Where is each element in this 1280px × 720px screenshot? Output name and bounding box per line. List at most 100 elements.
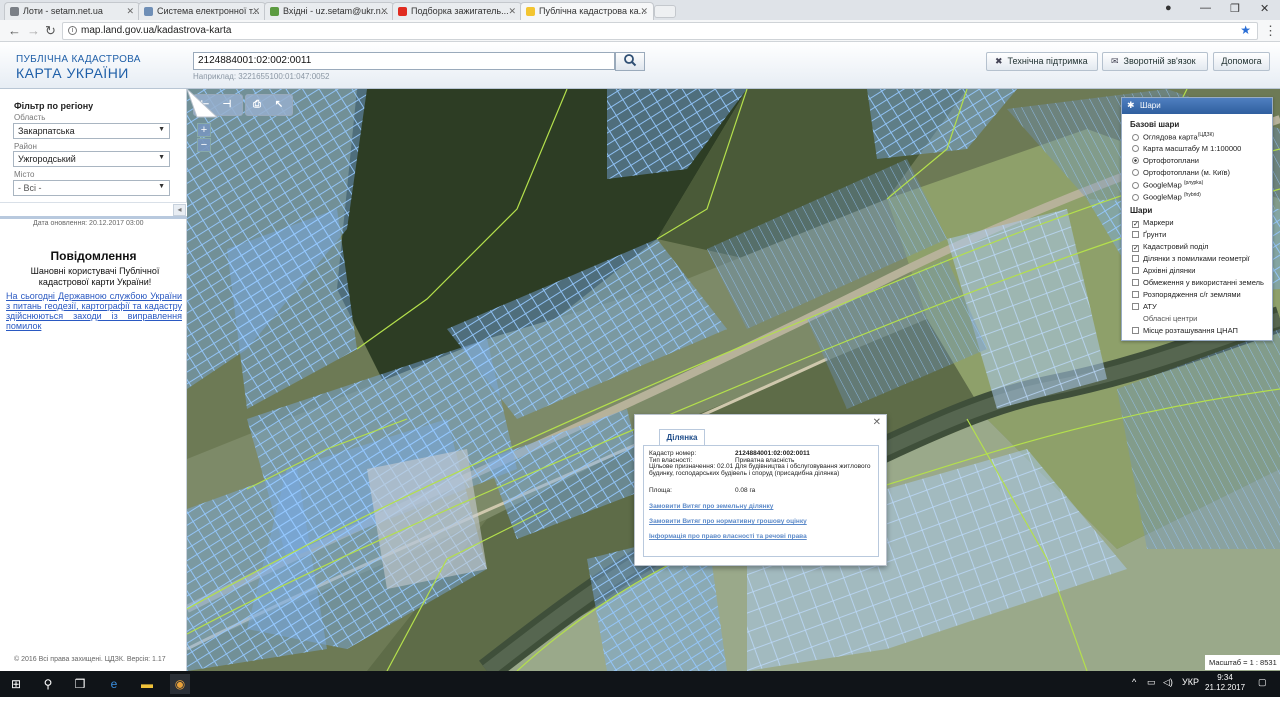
network-icon[interactable]: ▭: [1147, 677, 1156, 688]
tab-parcel[interactable]: Ділянка: [659, 429, 705, 445]
update-date: Дата оновлення: 20.12.2017 03:00: [33, 220, 144, 227]
help-button[interactable]: Допомога: [1213, 52, 1270, 71]
base-layer-ortho-kyiv[interactable]: Ортофотоплани (м. Київ): [1132, 168, 1230, 177]
info-icon[interactable]: i: [68, 26, 77, 35]
radio[interactable]: [1132, 193, 1139, 201]
checkbox[interactable]: [1132, 267, 1139, 274]
feedback-button[interactable]: ✉ Зворотній зв'язок: [1102, 52, 1208, 71]
checkbox-checked[interactable]: ✓: [1132, 245, 1139, 252]
layers-header[interactable]: ✱ Шари: [1122, 98, 1272, 114]
forward-icon[interactable]: →: [27, 23, 40, 38]
tray-chevron-icon[interactable]: ^: [1132, 677, 1136, 687]
browser-tab-bar: Лоти - setam.net.ua ✕ Система електронно…: [0, 0, 1280, 20]
browser-tab-1[interactable]: Лоти - setam.net.ua ✕: [4, 2, 140, 20]
layer-agri-disposal[interactable]: Розпорядження с/г землями: [1132, 290, 1241, 299]
checkbox-checked[interactable]: ✓: [1132, 221, 1139, 228]
city-label: Місто: [14, 170, 35, 179]
zoom-in-button[interactable]: +: [197, 123, 211, 137]
volume-icon[interactable]: ◁): [1163, 677, 1173, 688]
radio[interactable]: [1132, 133, 1139, 141]
order-extract-link[interactable]: Замовити Витяг про земельну ділянку: [649, 503, 773, 510]
close-icon[interactable]: ✕: [508, 6, 516, 17]
layer-restrictions[interactable]: Обмеження у використанні земель: [1132, 278, 1264, 287]
browser-tab-5-active[interactable]: Публічна кадастрова ка... ✕: [520, 2, 654, 20]
radio[interactable]: [1132, 145, 1139, 152]
checkbox[interactable]: [1132, 231, 1139, 238]
close-icon[interactable]: ✕: [126, 6, 134, 17]
search-button[interactable]: [615, 52, 645, 71]
oblast-select[interactable]: Закарпатська ▼: [13, 123, 170, 139]
print-icon[interactable]: ⎙: [246, 95, 268, 115]
radio[interactable]: [1132, 169, 1139, 176]
tech-support-button[interactable]: ✖ Технічна підтримка: [986, 52, 1098, 71]
radio[interactable]: [1132, 181, 1139, 189]
close-icon[interactable]: ✕: [252, 6, 260, 17]
radio-selected[interactable]: [1132, 157, 1139, 164]
layer-label: Маркери: [1143, 218, 1174, 227]
url-field[interactable]: i map.land.gov.ua/kadastrova-karta ★: [62, 22, 1258, 40]
checkbox[interactable]: [1132, 303, 1139, 310]
window-close-icon[interactable]: ✕: [1260, 2, 1269, 15]
browser-tab-3[interactable]: Вхідні - uz.setam@ukr.n... ✕: [264, 2, 394, 20]
screen-bottom-area: [0, 697, 1280, 720]
overlay-layers-title: Шари: [1130, 206, 1153, 215]
maximize-icon[interactable]: ❐: [1230, 2, 1240, 15]
city-value: - Всі -: [18, 183, 42, 193]
back-icon[interactable]: ←: [8, 23, 21, 38]
notice-link[interactable]: На сьогодні Державною службою України з …: [6, 291, 182, 331]
profile-icon[interactable]: ●: [1165, 2, 1172, 14]
clock-date: 21.12.2017: [1205, 683, 1246, 692]
cadastre-search-input[interactable]: 2124884001:02:002:0011: [193, 52, 615, 70]
layer-cnap[interactable]: Місце розташування ЦНАП: [1132, 326, 1238, 335]
layer-soils[interactable]: Ґрунти: [1132, 230, 1166, 239]
collapse-panel-icon[interactable]: ◂: [173, 204, 186, 216]
checkbox[interactable]: [1132, 327, 1139, 334]
help-label: Допомога: [1221, 56, 1262, 66]
edge-browser-icon[interactable]: e: [104, 674, 124, 694]
map-view[interactable]: ⊢ ⊣ ⎙ ↖ + − ✱ Шари Базові шари Оглядова ка…: [187, 89, 1280, 671]
search-icon[interactable]: ⚲: [38, 674, 58, 694]
checkbox[interactable]: [1132, 255, 1139, 262]
layer-label: Місце розташування ЦНАП: [1143, 326, 1238, 335]
close-icon[interactable]: ✕: [380, 6, 388, 17]
reload-icon[interactable]: ↻: [45, 23, 56, 39]
chrome-icon[interactable]: ◉: [170, 674, 190, 694]
file-explorer-icon[interactable]: ▬: [137, 674, 157, 694]
browser-tab-2[interactable]: Система електронної т... ✕: [138, 2, 266, 20]
ownership-info-link[interactable]: Інформація про право власності та речові…: [649, 533, 807, 540]
city-select[interactable]: - Всі - ▼: [13, 180, 170, 196]
language-indicator[interactable]: УКР: [1182, 677, 1199, 687]
tab-label: Система електронної т...: [157, 6, 260, 16]
windows-start-icon[interactable]: ⊞: [6, 674, 26, 694]
bookmark-star-icon[interactable]: ★: [1240, 23, 1251, 37]
layer-cadastral[interactable]: ✓ Кадастровий поділ: [1132, 242, 1209, 252]
layer-label: Ортофотоплани: [1143, 156, 1200, 165]
layer-label: GoogleMap: [1143, 192, 1182, 202]
task-view-icon[interactable]: ❒: [70, 674, 90, 694]
zoom-out-button[interactable]: −: [197, 138, 211, 152]
minimize-icon[interactable]: —: [1200, 2, 1211, 14]
close-icon[interactable]: ✕: [873, 417, 881, 428]
order-valuation-link[interactable]: Замовити Витяг про нормативну грошову оц…: [649, 518, 807, 525]
menu-icon[interactable]: ⋮: [1264, 23, 1277, 39]
notifications-icon[interactable]: ▢: [1258, 677, 1267, 688]
base-layer-ortho[interactable]: Ортофотоплани: [1132, 156, 1199, 165]
base-layer-100k[interactable]: Карта масштабу М 1:100000: [1132, 144, 1241, 153]
close-icon[interactable]: ✕: [640, 6, 648, 17]
layer-geometry-errors[interactable]: Ділянки з помилками геометрії: [1132, 254, 1250, 263]
base-layer-overview[interactable]: Оглядова карта(ЦДЗК): [1132, 132, 1214, 142]
area-value: 0.08 га: [735, 487, 756, 494]
layer-atu[interactable]: АТУ: [1132, 302, 1157, 311]
new-tab-button[interactable]: [654, 5, 676, 18]
clock[interactable]: 9:34 21.12.2017: [1205, 673, 1245, 693]
feedback-label: Зворотній зв'язок: [1123, 56, 1196, 66]
base-layer-googlemap[interactable]: GoogleMap (рлурkа): [1132, 180, 1203, 190]
base-layer-googlemap-hybrid[interactable]: GoogleMap (hybrid): [1132, 192, 1201, 202]
identify-icon[interactable]: ↖: [268, 95, 290, 115]
layer-archived[interactable]: Архівні ділянки: [1132, 266, 1195, 275]
layer-markers[interactable]: ✓ Маркери: [1132, 218, 1174, 228]
rayon-select[interactable]: Ужгородський ▼: [13, 151, 170, 167]
checkbox[interactable]: [1132, 291, 1139, 298]
checkbox[interactable]: [1132, 279, 1139, 286]
browser-tab-4[interactable]: Подборка зажигатель... ✕: [392, 2, 522, 20]
